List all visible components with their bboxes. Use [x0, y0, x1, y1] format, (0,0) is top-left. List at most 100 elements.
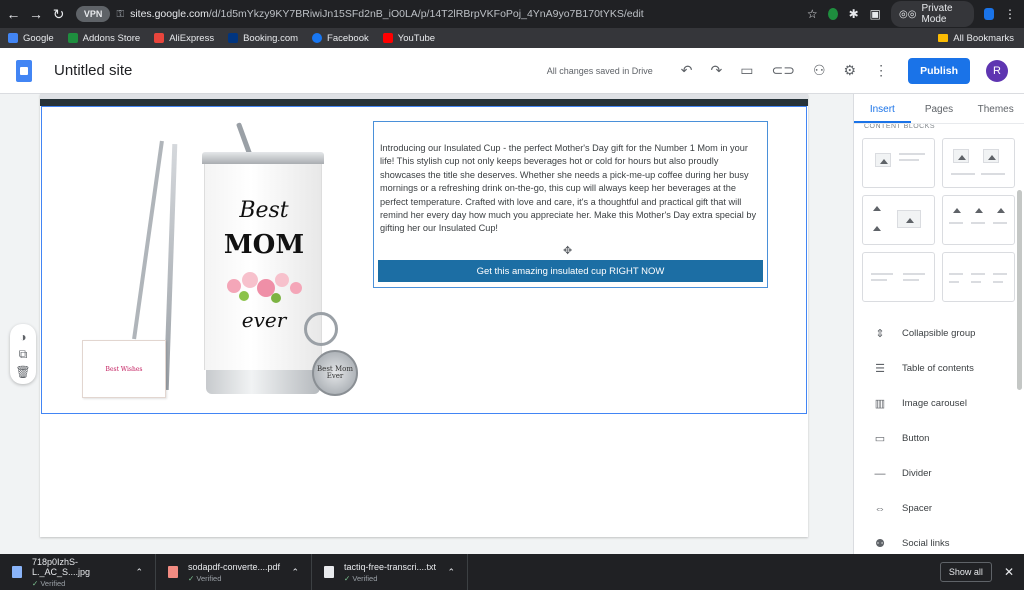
close-icon[interactable]: ✕: [1004, 565, 1014, 579]
bookmark-star-icon[interactable]: ☆: [806, 7, 818, 21]
undo-icon[interactable]: ↶: [681, 62, 693, 79]
bookmark-facebook[interactable]: Facebook: [312, 33, 369, 44]
download-status: Verified: [32, 579, 136, 588]
layout-three-images[interactable]: [942, 195, 1015, 245]
insert-label: Image carousel: [902, 398, 967, 409]
folder-icon: [938, 34, 949, 42]
bookmark-addons-store[interactable]: Addons Store: [67, 32, 141, 44]
insert-button[interactable]: ▭ Button: [854, 421, 1024, 456]
download-status: Verified: [188, 574, 280, 583]
download-status: Verified: [344, 574, 436, 583]
download-item[interactable]: tactiq-free-transcri....txt Verified ⌃: [312, 554, 468, 590]
avatar[interactable]: R: [986, 59, 1008, 82]
layout-two-columns-text[interactable]: [862, 252, 935, 302]
bookmark-youtube[interactable]: YouTube: [382, 33, 435, 44]
forward-icon[interactable]: →: [27, 3, 46, 25]
download-item[interactable]: 718p0IzhS-L._AC_S....jpg Verified ⌃: [0, 554, 156, 590]
tumbler-lid: [202, 152, 324, 164]
content-blocks-grid: [854, 132, 1024, 302]
sites-header: Untitled site All changes saved in Drive…: [0, 48, 1024, 94]
browser-toolbar: ← → ↻ VPN ⚿ sites.google.com/d/1d5mYkzy9…: [0, 0, 1024, 28]
site-info-icon[interactable]: ⚿: [116, 9, 124, 20]
section-tools: ◑ ⧉ 🗑: [10, 324, 36, 384]
back-icon[interactable]: ←: [4, 3, 23, 25]
button-icon: ▭: [874, 433, 886, 445]
share-with-others-icon[interactable]: ⚇: [813, 62, 826, 79]
bookmark-label: Addons Store: [82, 32, 141, 44]
panel-scrollbar[interactable]: [1017, 190, 1022, 390]
tab-insert[interactable]: Insert: [854, 104, 911, 123]
duplicate-icon[interactable]: ⧉: [19, 347, 28, 362]
all-bookmarks[interactable]: All Bookmarks: [938, 33, 1024, 44]
bookmark-label: Facebook: [327, 32, 369, 44]
divider-icon: —: [874, 467, 886, 480]
download-item[interactable]: sodapdf-converte....pdf Verified ⌃: [156, 554, 312, 590]
bookmarks-bar: Google Addons Store AliExpress Booking.c…: [0, 28, 1024, 48]
more-options-icon[interactable]: ⋮: [874, 62, 888, 79]
insert-table-of-contents[interactable]: ☰ Table of contents: [854, 351, 1024, 386]
image-file-icon: [12, 566, 22, 578]
tumbler-base: [206, 370, 320, 394]
redo-icon[interactable]: ↷: [711, 62, 723, 79]
layout-image-collage[interactable]: [862, 195, 935, 245]
insert-divider[interactable]: — Divider: [854, 456, 1024, 491]
copy-link-icon[interactable]: ⊂⊃: [771, 62, 794, 79]
delete-icon[interactable]: 🗑: [15, 365, 30, 379]
bookmark-google[interactable]: Google: [8, 33, 54, 44]
downloads-bar: 718p0IzhS-L._AC_S....jpg Verified ⌃ sodap…: [0, 554, 1024, 590]
tab-themes[interactable]: Themes: [967, 104, 1024, 123]
save-status: All changes saved in Drive: [546, 65, 653, 76]
settings-gear-icon[interactable]: ⚙: [844, 62, 857, 79]
browser-menu-icon[interactable]: ⋮: [1004, 7, 1016, 21]
palette-icon[interactable]: ◑: [19, 330, 26, 344]
side-panel-icon[interactable]: ▣: [869, 7, 881, 21]
sites-logo-icon[interactable]: [16, 59, 32, 82]
insert-collapsible-group[interactable]: ⇕ Collapsible group: [854, 316, 1024, 351]
header-banner-strip: [40, 99, 808, 106]
bookmark-booking[interactable]: Booking.com: [228, 33, 298, 44]
layout-three-columns-text[interactable]: [942, 252, 1015, 302]
chevron-up-icon[interactable]: ⌃: [447, 567, 455, 578]
move-handle-icon[interactable]: ✥: [563, 244, 572, 257]
bookmark-label: AliExpress: [169, 32, 215, 44]
insert-image-carousel[interactable]: ▥ Image carousel: [854, 386, 1024, 421]
chevron-up-icon[interactable]: ⌃: [291, 567, 299, 578]
publish-button[interactable]: Publish: [908, 57, 970, 84]
profile-shield-icon[interactable]: [984, 8, 995, 20]
site-title[interactable]: Untitled site: [54, 62, 132, 79]
show-all-button[interactable]: Show all: [939, 562, 992, 582]
layout-two-images[interactable]: [942, 138, 1015, 188]
preview-devices-icon[interactable]: ▭: [740, 62, 753, 79]
product-image[interactable]: Best Wishes Best MOM ever Best Mom Ever: [82, 120, 362, 400]
all-bookmarks-label: All Bookmarks: [953, 32, 1014, 44]
download-filename: tactiq-free-transcri....txt: [344, 561, 437, 572]
insert-panel: Insert Pages Themes CONTENT BLOCKS ⇕ Col…: [853, 94, 1024, 554]
insert-label: Table of contents: [902, 363, 974, 374]
private-mode-badge[interactable]: ◎◎ Private Mode: [890, 1, 975, 27]
reload-icon[interactable]: ↻: [49, 3, 68, 25]
insert-spacer[interactable]: ⇔ Spacer: [854, 491, 1024, 526]
product-description[interactable]: Introducing our Insulated Cup - the perf…: [380, 142, 760, 236]
cta-button[interactable]: Get this amazing insulated cup RIGHT NOW: [378, 260, 763, 282]
mug-text-line1: Best: [239, 198, 289, 223]
bookmark-aliexpress[interactable]: AliExpress: [154, 33, 214, 44]
panel-tabs: Insert Pages Themes: [854, 94, 1024, 124]
tab-pages[interactable]: Pages: [911, 104, 968, 123]
url-host: sites.google.com: [130, 8, 209, 20]
facebook-icon: [312, 33, 323, 43]
insert-social-links[interactable]: ⚉ Social links: [854, 526, 1024, 554]
chevron-up-icon[interactable]: ⌃: [135, 567, 143, 578]
text-box[interactable]: Introducing our Insulated Cup - the perf…: [373, 121, 768, 288]
extension-icon[interactable]: [827, 8, 838, 20]
keychain-tag: Best Mom Ever: [312, 350, 358, 396]
social-links-icon: ⚉: [875, 538, 885, 550]
flower-decoration: [227, 272, 302, 303]
vpn-badge[interactable]: VPN: [75, 6, 111, 22]
layout-image-text[interactable]: [862, 138, 935, 188]
download-filename: 718p0IzhS-L._AC_S....jpg: [31, 556, 90, 577]
toc-icon: ☰: [875, 363, 885, 375]
download-filename: sodapdf-converte....pdf: [188, 561, 281, 572]
steel-straw: [132, 140, 164, 340]
address-bar[interactable]: ⚿ sites.google.com/d/1d5mYkzy9KY7BRiwiJn…: [116, 3, 806, 25]
extensions-puzzle-icon[interactable]: ✱: [848, 7, 860, 21]
